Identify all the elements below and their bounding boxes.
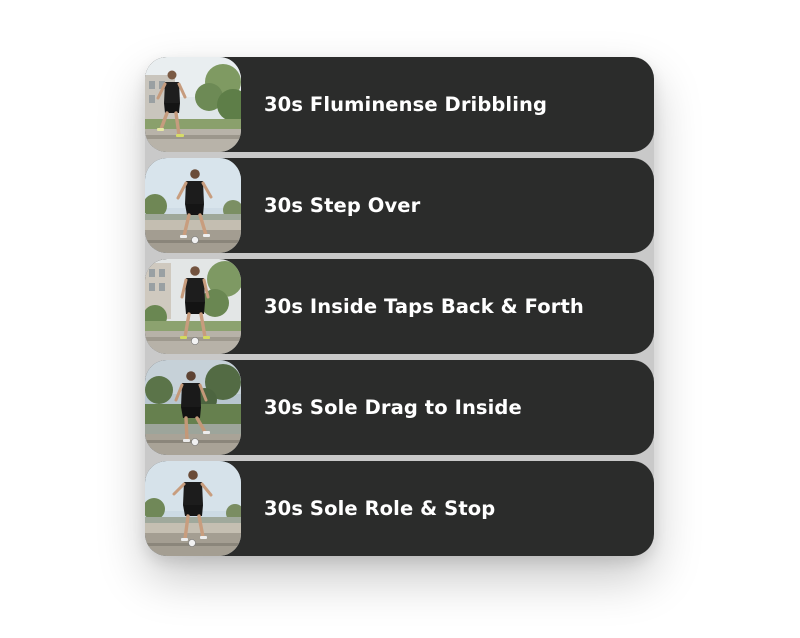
- drill-card[interactable]: 30s Fluminense Dribbling: [145, 57, 654, 152]
- drill-title: 30s Sole Drag to Inside: [264, 396, 522, 419]
- drill-thumbnail: [145, 158, 241, 253]
- drill-thumbnail: [145, 57, 241, 152]
- drill-thumbnail: [145, 360, 241, 455]
- drill-card[interactable]: 30s Inside Taps Back & Forth: [145, 259, 654, 354]
- drill-title: 30s Fluminense Dribbling: [264, 93, 548, 116]
- drill-title: 30s Inside Taps Back & Forth: [264, 295, 584, 318]
- drill-card[interactable]: 30s Step Over: [145, 158, 654, 253]
- drill-thumbnail: [145, 259, 241, 354]
- drill-card[interactable]: 30s Sole Role & Stop: [145, 461, 654, 556]
- drill-title: 30s Sole Role & Stop: [264, 497, 496, 520]
- drill-thumbnail: [145, 461, 241, 556]
- drill-card[interactable]: 30s Sole Drag to Inside: [145, 360, 654, 455]
- drill-title: 30s Step Over: [264, 194, 421, 217]
